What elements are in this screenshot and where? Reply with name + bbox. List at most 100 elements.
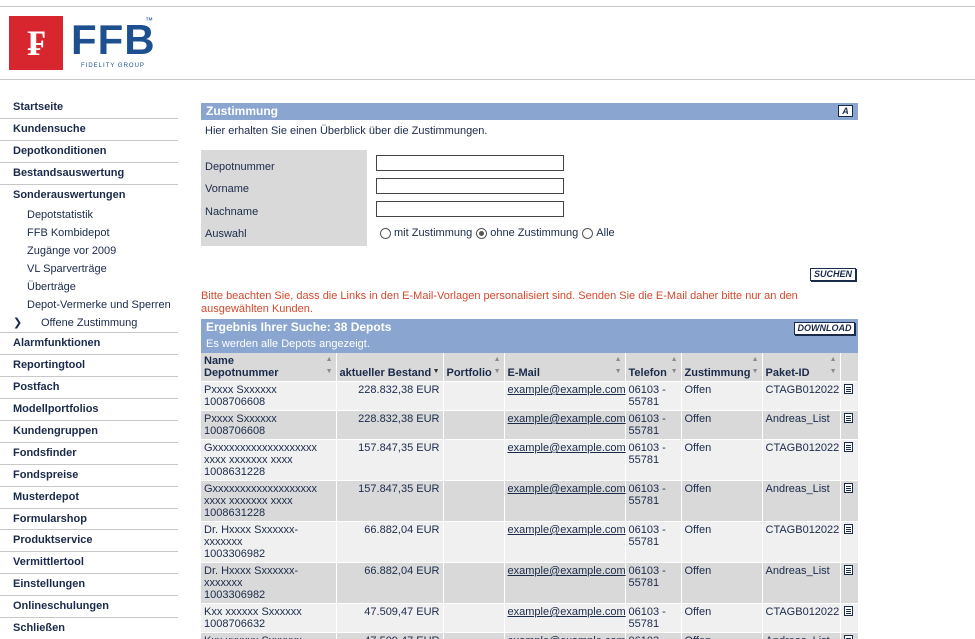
table-row: Dr. Hxxxx Sxxxxxx-xxxxxxx 1003306982 66.88… [201,562,859,604]
column-header-email[interactable]: E-Mail ▲ ▼ [504,353,626,382]
sidebar-item-einstellungen[interactable]: Einstellungen [0,574,178,597]
document-icon[interactable] [843,413,853,423]
sidebar-item-vermittlertool[interactable]: Vermittlertool [0,552,178,575]
result-table: Name Depotnummer ▲ ▼ aktueller Bestand ▼ Po… [201,353,859,639]
sidebar-item-schliessen[interactable]: Schließen [0,618,178,639]
sidebar-item-reportingtool[interactable]: Reportingtool [0,355,178,378]
depot-number: 1008631228 [204,507,266,519]
sidebar-item-depotkonditionen[interactable]: Depotkonditionen [0,141,178,163]
column-header-portfolio[interactable]: Portfolio ▲ ▼ [443,353,505,382]
section-header: Zustimmung A [201,103,858,120]
cell-action [840,521,859,563]
sidebar-subitem-depot-vermerke[interactable]: Depot-Vermerke und Sperren [0,296,178,314]
cell-telefon: 06103 - 55781 [625,521,682,563]
sidebar-item-sonderauswertungen[interactable]: Sonderauswertungen [0,185,178,207]
sort-icon[interactable]: ▼ [433,366,440,378]
radio-label-mit: mit Zustimmung [394,227,473,239]
sort-icon[interactable]: ▲ ▼ [830,354,837,378]
cell-bestand: 66.882,04 EUR [336,521,444,563]
table-row: Kxx xxxxxx Sxxxxxx100870663247.509,47 EU… [201,632,859,639]
document-icon[interactable] [843,483,853,493]
nachname-input[interactable] [376,201,564,217]
sidebar-item-fondspreise[interactable]: Fondspreise [0,465,178,487]
result-header: Ergebnis Ihrer Suche: 38 Depots Es werde… [201,319,858,353]
cell-bestand: 228.832,38 EUR [336,410,444,440]
customer-name: Kxx xxxxxx Sxxxxxx [204,606,302,618]
document-icon[interactable] [843,565,853,575]
sort-icon[interactable]: ▲ ▼ [752,354,759,378]
depot-number: 1003306982 [204,589,266,601]
cell-email-link[interactable]: example@example.com [504,480,626,522]
ffb-logo[interactable]: ₣ FFB ™ FIDELITY GROUP [9,16,156,72]
column-header-paket-id[interactable]: Paket-ID ▲ ▼ [762,353,841,382]
column-header-label: E-Mail [507,367,540,379]
sidebar-item-onlineschulungen[interactable]: Onlineschulungen [0,596,178,619]
radio-mit-zustimmung[interactable] [380,227,391,239]
sidebar-item-musterdepot[interactable]: Musterdepot [0,487,178,509]
cell-action [840,410,859,440]
cell-email-link[interactable]: example@example.com [504,562,626,604]
cell-portfolio [443,381,505,411]
ffb-logo-mark: ₣ [9,16,63,70]
search-button[interactable]: SUCHEN [810,268,856,281]
cell-email-link[interactable]: example@example.com [504,381,626,411]
radio-alle[interactable] [582,227,594,239]
depot-number: 1008706608 [204,425,266,437]
sidebar-subitem-kombidepot[interactable]: FFB Kombidepot [0,224,178,242]
sidebar-item-modellportfolios[interactable]: Modellportfolios [0,399,178,422]
sidebar-subitem-depotstatistik[interactable]: Depotstatistik [0,206,178,224]
column-header-label: Zustimmung [684,367,751,379]
cell-action [840,632,859,639]
cell-email-link[interactable]: example@example.com [504,521,626,563]
sidebar-item-produktservice[interactable]: Produktservice [0,530,178,553]
depotnummer-input[interactable] [376,155,564,171]
column-header-zustimmung[interactable]: Zustimmung ▲ ▼ [681,353,763,382]
document-icon[interactable] [843,384,853,394]
column-header-label: Telefon [628,367,667,379]
column-header-telefon[interactable]: Telefon ▲ ▼ [625,353,682,382]
sort-icon[interactable]: ▲ ▼ [494,354,501,378]
sort-icon[interactable]: ▲ ▼ [615,354,622,378]
sidebar-subitem-uebertraege[interactable]: Überträge [0,278,178,296]
vorname-input[interactable] [376,178,564,194]
download-button[interactable]: DOWNLOAD [794,322,855,335]
sidebar-item-postfach[interactable]: Postfach [0,377,178,400]
sidebar-item-formularshop[interactable]: Formularshop [0,509,178,531]
cell-email-link[interactable]: example@example.com [504,410,626,440]
logo-mark-glyph: ₣ [27,23,45,63]
cell-email-link[interactable]: example@example.com [504,632,626,639]
sidebar-subitem-vl-sparvertraege[interactable]: VL Sparverträge [0,260,178,278]
customer-name: Pxxxx Sxxxxxx [204,413,277,425]
depotnummer-label: Depotnummer [205,161,275,173]
header-divider [0,79,975,80]
sidebar-item-kundengruppen[interactable]: Kundengruppen [0,421,178,443]
sidebar-item-startseite[interactable]: Startseite [0,97,178,119]
cell-name: Dr. Hxxxx Sxxxxxx-xxxxxxx 1003306982 [201,562,337,604]
sort-icon[interactable]: ▲ ▼ [671,354,678,378]
sidebar-item-bestandsauswertung[interactable]: Bestandsauswertung [0,163,178,185]
font-size-button[interactable]: A [838,105,853,117]
sidebar-subnav: Depotstatistik FFB Kombidepot Zugänge vo… [0,206,178,334]
sidebar-item-fondsfinder[interactable]: Fondsfinder [0,443,178,465]
cell-name: Gxxxxxxxxxxxxxxxxxxx xxxx xxxxxxx xxxx 10… [201,480,337,522]
sort-icon[interactable]: ▲ ▼ [326,354,333,378]
sidebar-subitem-offene-zustimmung[interactable]: ❯ Offene Zustimmung [0,314,178,332]
column-header-name[interactable]: Name Depotnummer ▲ ▼ [201,353,337,382]
radio-ohne-zustimmung[interactable] [476,227,488,239]
cell-email-link[interactable]: example@example.com [504,439,626,481]
column-header-label: Portfolio [446,367,492,379]
sidebar-subitem-zugaenge[interactable]: Zugänge vor 2009 [0,242,178,260]
column-header-bestand[interactable]: aktueller Bestand ▼ [336,353,444,382]
logo-text: FFB [71,16,156,63]
document-icon[interactable] [843,635,853,639]
document-icon[interactable] [843,442,853,452]
cell-name: Dr. Hxxxx Sxxxxxx-xxxxxxx 1003306982 [201,521,337,563]
cell-action [840,439,859,481]
document-icon[interactable] [843,524,853,534]
sidebar-item-alarmfunktionen[interactable]: Alarmfunktionen [0,333,178,356]
document-icon[interactable] [843,606,853,616]
cell-email-link[interactable]: example@example.com [504,603,626,633]
cell-name: Pxxxx Sxxxxxx 1008706608 [201,410,337,440]
sidebar-item-kundensuche[interactable]: Kundensuche [0,119,178,141]
logo-tagline: FIDELITY GROUP [81,63,145,69]
